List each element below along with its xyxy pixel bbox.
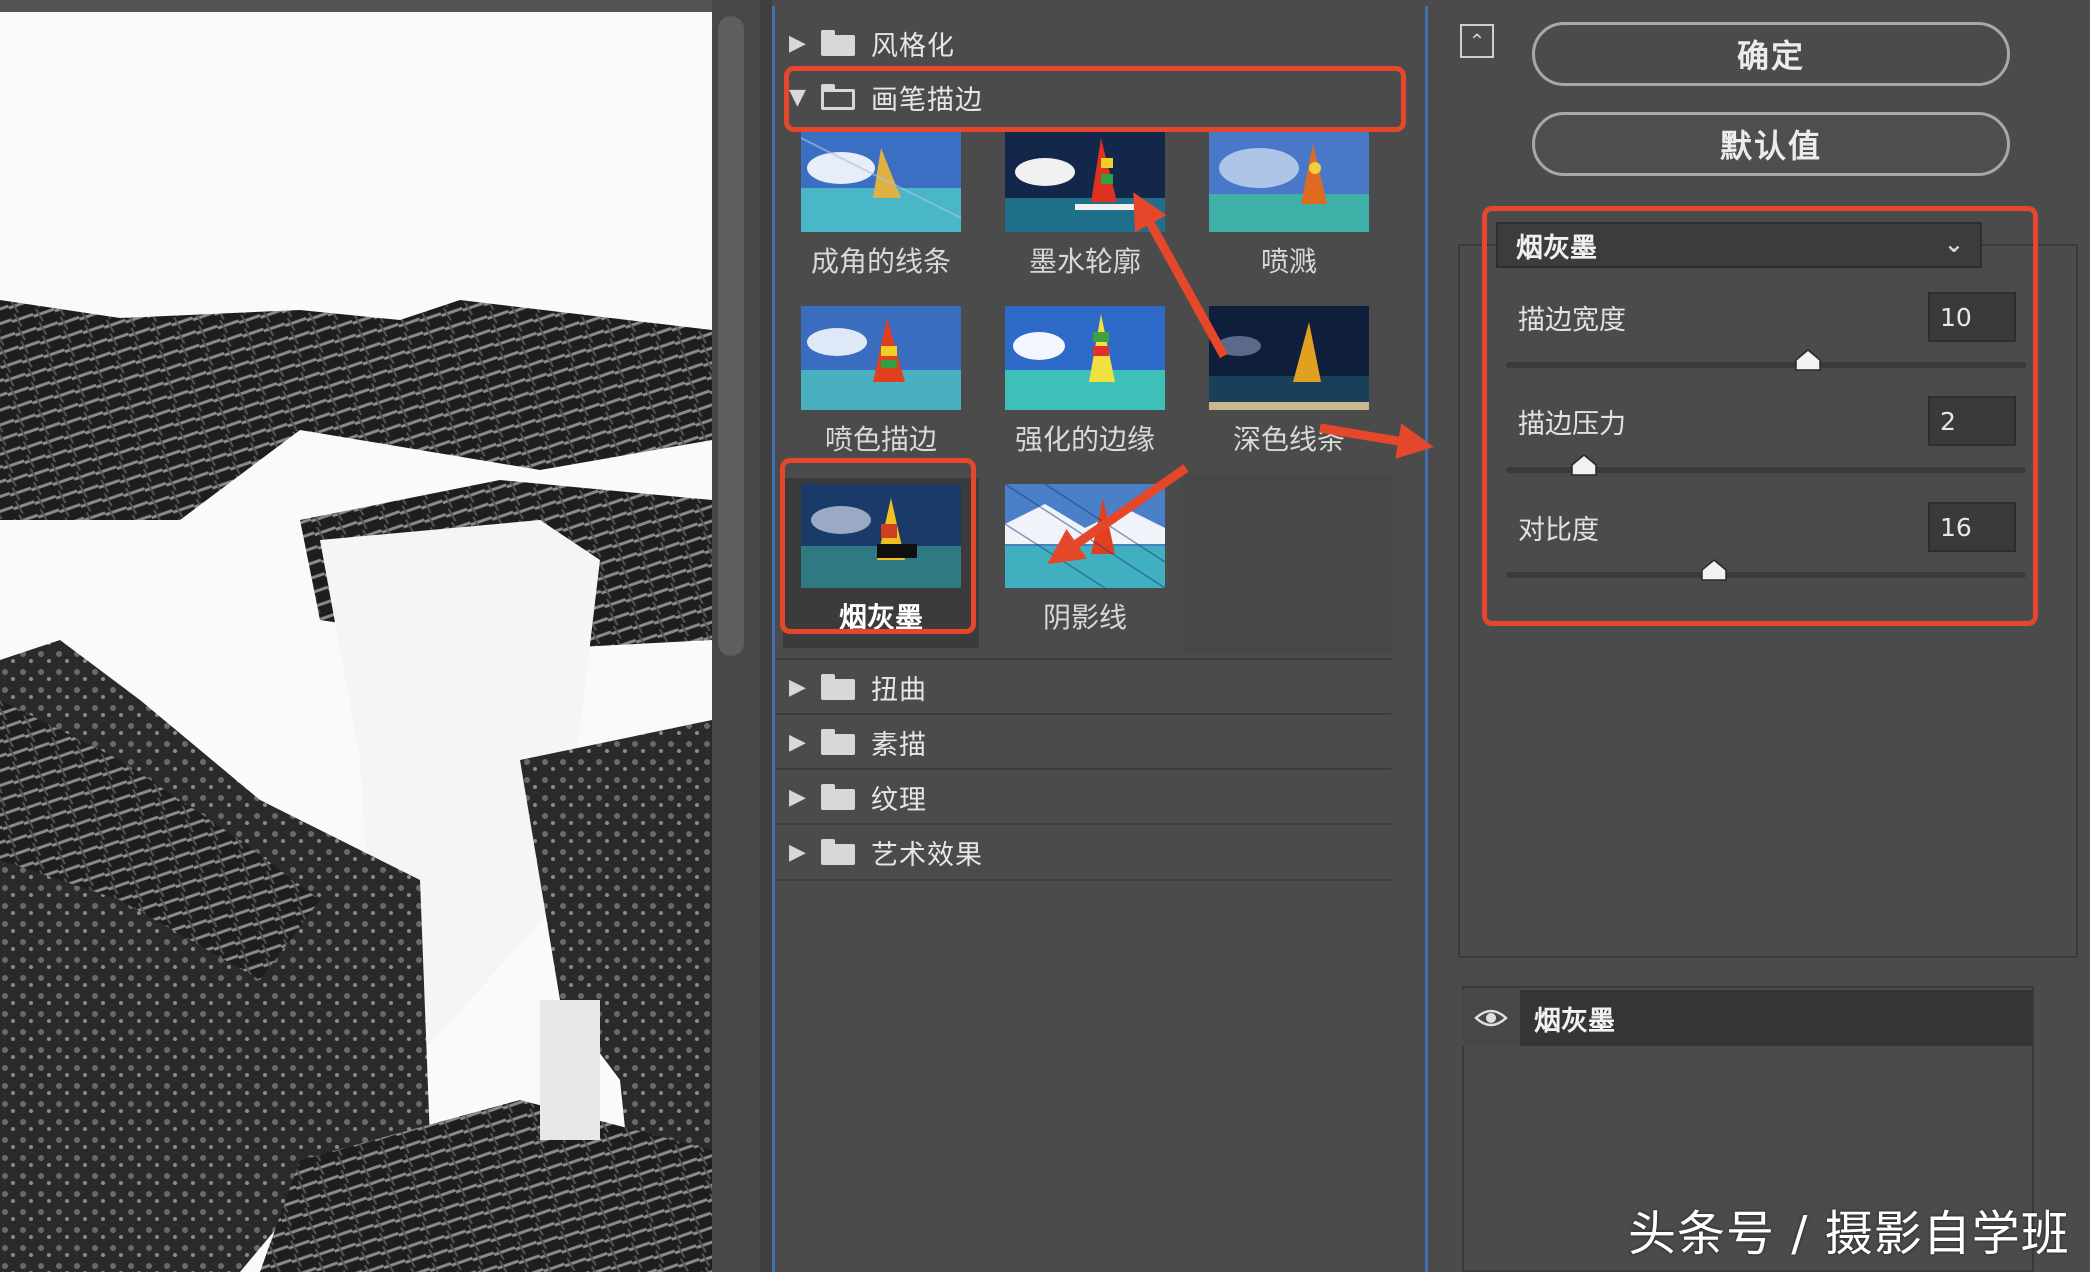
panel-divider: [760, 0, 772, 1272]
effect-layer-label: 烟灰墨: [1520, 990, 2032, 1046]
watermark-text: 头条号 / 摄影自学班: [1628, 1206, 2070, 1262]
folder-label: 纹理: [871, 784, 927, 816]
thumb-angled-strokes[interactable]: 成角的线条: [783, 122, 979, 292]
folder-texture[interactable]: ▶ 纹理: [775, 768, 1391, 824]
annotation-box-settings: [1482, 206, 2038, 626]
thumb-dark-strokes[interactable]: 深色线条: [1191, 300, 1387, 470]
effect-layer-row[interactable]: 烟灰墨: [1462, 990, 2034, 1046]
thumbnail-label: 成角的线条: [810, 245, 951, 278]
folder-icon: [821, 729, 855, 755]
thumbnail-image: [801, 128, 961, 232]
thumb-sprayed-strokes[interactable]: 喷色描边: [783, 300, 979, 470]
expand-triangle-icon: ▶: [789, 784, 806, 810]
thumb-ink-outlines[interactable]: 墨水轮廓: [987, 122, 1183, 292]
thumb-crosshatch[interactable]: 阴影线: [987, 478, 1183, 648]
expand-triangle-icon: ▶: [789, 30, 806, 56]
folder-icon: [821, 784, 855, 810]
folder-artistic[interactable]: ▶ 艺术效果: [775, 823, 1391, 881]
folder-label: 艺术效果: [871, 839, 983, 871]
preview-top-border: [0, 0, 760, 12]
filter-preview-canvas[interactable]: [0, 0, 712, 1272]
thumb-accented-edges[interactable]: 强化的边缘: [987, 300, 1183, 470]
eye-icon[interactable]: [1462, 990, 1520, 1046]
folder-distort[interactable]: ▶ 扭曲: [775, 658, 1391, 714]
thumbnail-label: 深色线条: [1232, 423, 1345, 456]
folder-icon: [821, 30, 855, 56]
thumbnail-label: 喷色描边: [824, 423, 937, 456]
thumbnail-image: [1005, 128, 1165, 232]
expand-triangle-icon: ▶: [789, 839, 806, 865]
preview-scrollbar-thumb[interactable]: [718, 16, 744, 656]
folder-stylize[interactable]: ▶ 风格化: [775, 16, 1391, 70]
folder-label: 扭曲: [871, 674, 927, 706]
expand-triangle-icon: ▶: [789, 674, 806, 700]
thumb-spatter[interactable]: 喷溅: [1191, 122, 1387, 292]
thumbnail-image: [1005, 484, 1165, 588]
thumbnail-label: 墨水轮廓: [1028, 245, 1141, 278]
thumbnail-label: 喷溅: [1260, 245, 1317, 278]
filter-gallery: ▶ 风格化 ▼ 画笔描边 成角的线条 墨水轮廓 喷溅 喷色描边 强化的边缘 深色…: [772, 6, 1428, 1272]
folder-icon: [821, 674, 855, 700]
preview-image: [0, 0, 712, 1272]
ok-button[interactable]: 确定: [1532, 22, 2010, 86]
thumbnail-label: 阴影线: [1042, 601, 1127, 634]
thumbnail-image: [1209, 306, 1369, 410]
collapse-up-icon[interactable]: ⌃: [1460, 24, 1494, 58]
annotation-box-folder: [784, 66, 1406, 132]
thumbnail-image: [1005, 306, 1165, 410]
folder-label: 风格化: [871, 30, 955, 62]
thumbnail-label: 强化的边缘: [1014, 423, 1155, 456]
default-button[interactable]: 默认值: [1532, 112, 2010, 176]
folder-label: 素描: [871, 729, 927, 761]
folder-icon: [821, 839, 855, 865]
expand-triangle-icon: ▶: [789, 729, 806, 755]
thumbnail-grid-empty-cell: [1183, 474, 1391, 654]
annotation-box-thumbnail: [780, 458, 976, 634]
thumbnail-image: [1209, 128, 1369, 232]
folder-sketch[interactable]: ▶ 素描: [775, 713, 1391, 769]
thumbnail-image: [801, 306, 961, 410]
